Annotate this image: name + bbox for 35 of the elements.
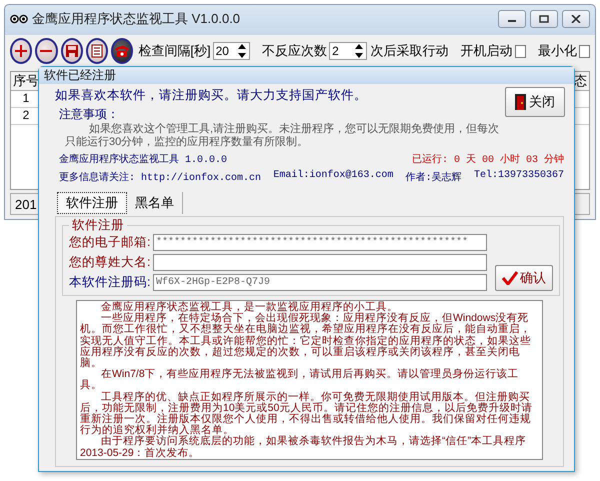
description-paragraph: 工具程序的优、缺点正如程序所展示的一样。你可免费无限期使用试用版本。但注册购买后，功能无限制，注册费用为10美元或50元人民币。请记住您的注册信息，以后免费升级时请重新注册一次。注册版本仅限您个人使用，不得出售或转借给他人使用。我们保留对任何违规行为的追究权利并纳入黑名单。 [80, 392, 534, 436]
description-paragraph: 由于程序要访问系统底层的功能，如果被杀毒软件报告为木马，请选择“信任”本工具程序 [100, 436, 527, 448]
interval-spinbox[interactable]: 20 [212, 42, 250, 60]
notice-text: 如果您喜欢这个管理工具,请注册购买。未注册程序，您可以无限期免费使用，但每次只能运行30分钟，监控的应用程序数量有所限制。 [65, 123, 500, 148]
runtime-text: 已运行: 0 天 00 小时 03 分钟 [412, 152, 564, 166]
description-paragraph: 金鹰应用程序状态监视工具，是一款监视应用程序的小工具。 [100, 302, 398, 313]
notice-heading: 注意事项： [59, 106, 120, 123]
retry-count-spinbox[interactable]: 2 [329, 42, 367, 60]
close-button[interactable]: 关闭 [505, 87, 565, 117]
author-text: 作者:吴志辉 [406, 170, 462, 184]
window-title: 金鹰应用程序状态监视工具 V1.0.0.0 [32, 10, 240, 28]
description-paragraph: 一些应用程序，在特定场合下，会出现假死现象：应用程序没有反应，但Windows没有死机。而您工作很忙，又不想整天坐在电脑边监视，希望应用程序在没有反应后，能自动重启，实现无人值守工作。本工具或许能帮您的忙：它定时检查你指定的应用程序的状态，如果这些应用程序没有反应的次数，超过您规定的次数，可以重启该程序或关闭该程序，甚至关闭电脑。 [80, 313, 532, 370]
input-field[interactable]: Wf6X-2HGp-E2P8-Q7J9 [153, 274, 487, 291]
release-note: 2013-05-29：首次发布。 [80, 448, 201, 459]
intro-text: 如果喜欢本软件，请注册购买。请大力支持国产软件。 [55, 87, 368, 104]
input-field[interactable]: **************************************************** [153, 234, 487, 251]
confirm-button[interactable]: 确认 [495, 265, 553, 291]
field-label: 您的电子邮箱: [69, 234, 149, 251]
interval-label: 检查间隔[秒] [138, 42, 211, 60]
dialog-title: 软件已经注册 [44, 67, 116, 84]
tab[interactable]: 黑名单 [127, 192, 183, 214]
action-label: 次后采取行动 [370, 42, 449, 60]
tab[interactable]: 软件注册 [57, 192, 127, 214]
option-label: 开机启动 [460, 42, 513, 60]
option-label: 最小化 [538, 42, 577, 60]
phone-text: Tel:13973350367 [474, 170, 564, 183]
email-text: Email:ionfox@163.com [273, 170, 394, 183]
description-paragraph: 在Win7/8下，有些应用程序无法被监视到，请试用后再购买。请以管理员身份运行该工具。 [80, 369, 520, 392]
status-text: 201 [14, 196, 37, 212]
field-label: 本软件注册码: [69, 274, 149, 291]
field-label: 您的尊姓大名: [69, 254, 149, 271]
website-text: 更多信息请关注: http://ionfox.com.cn [59, 170, 262, 184]
group-title: 软件注册 [71, 217, 125, 234]
retry-count-label: 不反应次数 [262, 42, 328, 60]
product-version: 金鹰应用程序状态监视工具 1.0.0.0 [59, 152, 228, 166]
